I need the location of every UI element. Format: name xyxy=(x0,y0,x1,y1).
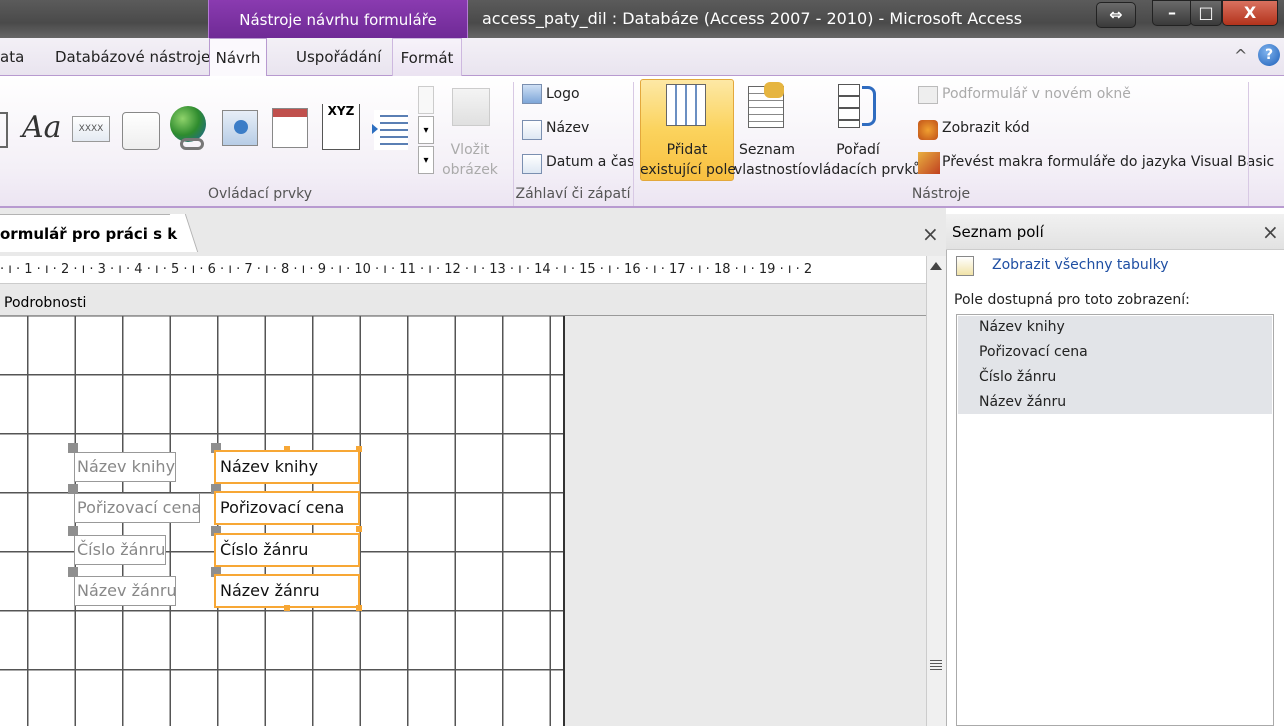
move-handle[interactable] xyxy=(68,443,78,453)
move-handle[interactable] xyxy=(68,484,78,494)
tab-order-line2: ovládacích prvků xyxy=(802,162,921,178)
vertical-scrollbar[interactable] xyxy=(926,256,946,726)
subform-new-window-button: Podformulář v novém okně xyxy=(942,86,1131,102)
label-control-icon[interactable] xyxy=(0,112,8,148)
tab-format[interactable]: Formát xyxy=(392,38,462,76)
scroll-thumb-grip-icon[interactable] xyxy=(930,660,942,670)
group-label-header-footer: Záhlaví či zápatí xyxy=(515,186,631,202)
group-label-tools: Nástroje xyxy=(911,186,971,202)
textbox-cislo-zanru[interactable]: Číslo žánru xyxy=(214,533,360,567)
tab-control-icon[interactable] xyxy=(122,112,160,150)
tab-order-line1: Pořadí xyxy=(836,142,880,158)
add-fields-icon xyxy=(666,84,706,126)
field-item-porizovaci-cena[interactable]: Pořizovací cena xyxy=(979,344,1088,360)
tab-order-button[interactable]: Pořadí ovládacích prvků xyxy=(802,140,921,180)
list-control-icon[interactable] xyxy=(374,110,408,150)
logo-button[interactable]: Logo xyxy=(546,86,580,102)
title-icon xyxy=(522,120,542,140)
gallery-scroll-up[interactable] xyxy=(418,86,434,114)
horizontal-ruler[interactable]: · ı · 1 · ı · 2 · ı · 3 · ı · 4 · ı · 5 … xyxy=(0,256,926,284)
aa-icon[interactable]: Aa xyxy=(22,110,62,145)
field-item-nazev-knihy[interactable]: Název knihy xyxy=(979,319,1065,335)
tab-arrange[interactable]: Uspořádání xyxy=(296,38,381,76)
date-time-button[interactable]: Datum a čas xyxy=(546,154,634,170)
label-nazev-zanru[interactable]: Název žánru xyxy=(74,576,177,606)
insert-image-icon xyxy=(452,88,490,126)
resize-handle[interactable] xyxy=(356,526,362,532)
date-time-icon xyxy=(522,154,542,174)
label-cislo-zanru[interactable]: Číslo žánru xyxy=(74,535,166,565)
scroll-up-arrow[interactable] xyxy=(930,262,942,270)
field-item-nazev-zanru[interactable]: Název žánru xyxy=(979,394,1066,410)
title-button[interactable]: Název xyxy=(546,120,589,136)
property-sheet-button[interactable]: Seznam vlastností xyxy=(734,140,802,180)
tab-database-tools[interactable]: Databázové nástroje xyxy=(55,38,210,76)
view-code-button[interactable]: Zobrazit kód xyxy=(942,120,1030,136)
window-title: access_paty_dil : Databáze (Access 2007 … xyxy=(482,9,1023,28)
gallery-scroll-down[interactable]: ▾ xyxy=(418,116,434,144)
convert-macros-button[interactable]: Převést makra formuláře do jazyka Visual… xyxy=(942,154,1274,170)
add-fields-line1: Přidat xyxy=(666,142,708,158)
minimize-button[interactable]: – xyxy=(1152,0,1192,26)
restore-window-button[interactable]: ⇔ xyxy=(1096,2,1136,28)
document-tab[interactable]: ormulář pro práci s knihami xyxy=(0,214,186,252)
resize-handle[interactable] xyxy=(284,605,290,611)
show-all-tables-icon xyxy=(956,256,974,276)
label-porizovaci-cena[interactable]: Pořizovací cena xyxy=(74,493,201,523)
tab-external-data[interactable]: ata xyxy=(0,38,24,76)
property-sheet-line1: Seznam xyxy=(739,142,795,158)
move-handle[interactable] xyxy=(68,567,78,577)
context-tab-header: Nástroje návrhu formuláře xyxy=(208,0,468,38)
close-document-icon[interactable]: × xyxy=(922,222,939,246)
tab-order-icon xyxy=(838,84,860,128)
show-all-tables-link[interactable]: Zobrazit všechny tabulky xyxy=(992,257,1169,273)
tab-design[interactable]: Návrh xyxy=(209,38,267,78)
close-window-button[interactable]: X xyxy=(1222,0,1278,26)
available-fields-label: Pole dostupná pro toto zobrazení: xyxy=(954,292,1190,308)
label-nazev-knihy[interactable]: Název knihy xyxy=(74,452,176,482)
list-arrow-icon xyxy=(372,124,378,134)
subform-window-icon xyxy=(918,86,938,104)
field-list-title: Seznam polí xyxy=(946,214,1284,250)
move-handle[interactable] xyxy=(68,526,78,536)
group-separator xyxy=(1248,82,1249,206)
group-separator xyxy=(633,82,634,206)
view-code-icon xyxy=(918,120,938,140)
insert-image-line1: Vložit xyxy=(450,142,490,158)
textbox-nazev-knihy[interactable]: Název knihy xyxy=(214,450,360,484)
resize-handle[interactable] xyxy=(284,446,290,452)
gallery-more-button[interactable]: ▾ xyxy=(418,146,434,174)
textbox-control-icon[interactable]: XXXX xyxy=(72,116,110,142)
insert-image-button: Vložit obrázek xyxy=(440,140,500,180)
property-sheet-hand-icon xyxy=(764,82,784,98)
hyperlink-chain-icon xyxy=(180,138,204,150)
tab-order-arrow-icon xyxy=(862,86,876,126)
detail-section-bar[interactable]: Podrobnosti xyxy=(0,290,926,316)
subform-control-icon[interactable] xyxy=(272,108,308,148)
property-sheet-line2: vlastností xyxy=(734,162,802,178)
add-fields-line2: existující pole xyxy=(640,162,736,178)
chart-control-icon[interactable]: XYZ xyxy=(322,104,360,150)
image-inner-icon xyxy=(234,120,248,134)
textbox-nazev-zanru[interactable]: Název žánru xyxy=(214,574,360,608)
convert-macros-icon xyxy=(918,152,940,174)
resize-handle[interactable] xyxy=(356,605,362,611)
hyperlink-globe-icon[interactable] xyxy=(170,106,206,142)
insert-image-line2: obrázek xyxy=(442,162,498,178)
form-background-area xyxy=(563,316,926,726)
add-fields-label: Přidat existující pole xyxy=(640,140,736,180)
textbox-porizovaci-cena[interactable]: Pořizovací cena xyxy=(214,491,360,525)
field-item-cislo-zanru[interactable]: Číslo žánru xyxy=(979,369,1056,385)
close-panel-icon[interactable]: × xyxy=(1262,220,1279,244)
logo-icon xyxy=(522,84,542,104)
help-icon[interactable]: ? xyxy=(1258,44,1280,66)
maximize-button[interactable]: □ xyxy=(1190,0,1222,26)
group-label-controls: Ovládací prvky xyxy=(207,186,313,202)
resize-handle[interactable] xyxy=(356,446,362,452)
minimize-ribbon-icon[interactable]: ^ xyxy=(1234,46,1247,65)
